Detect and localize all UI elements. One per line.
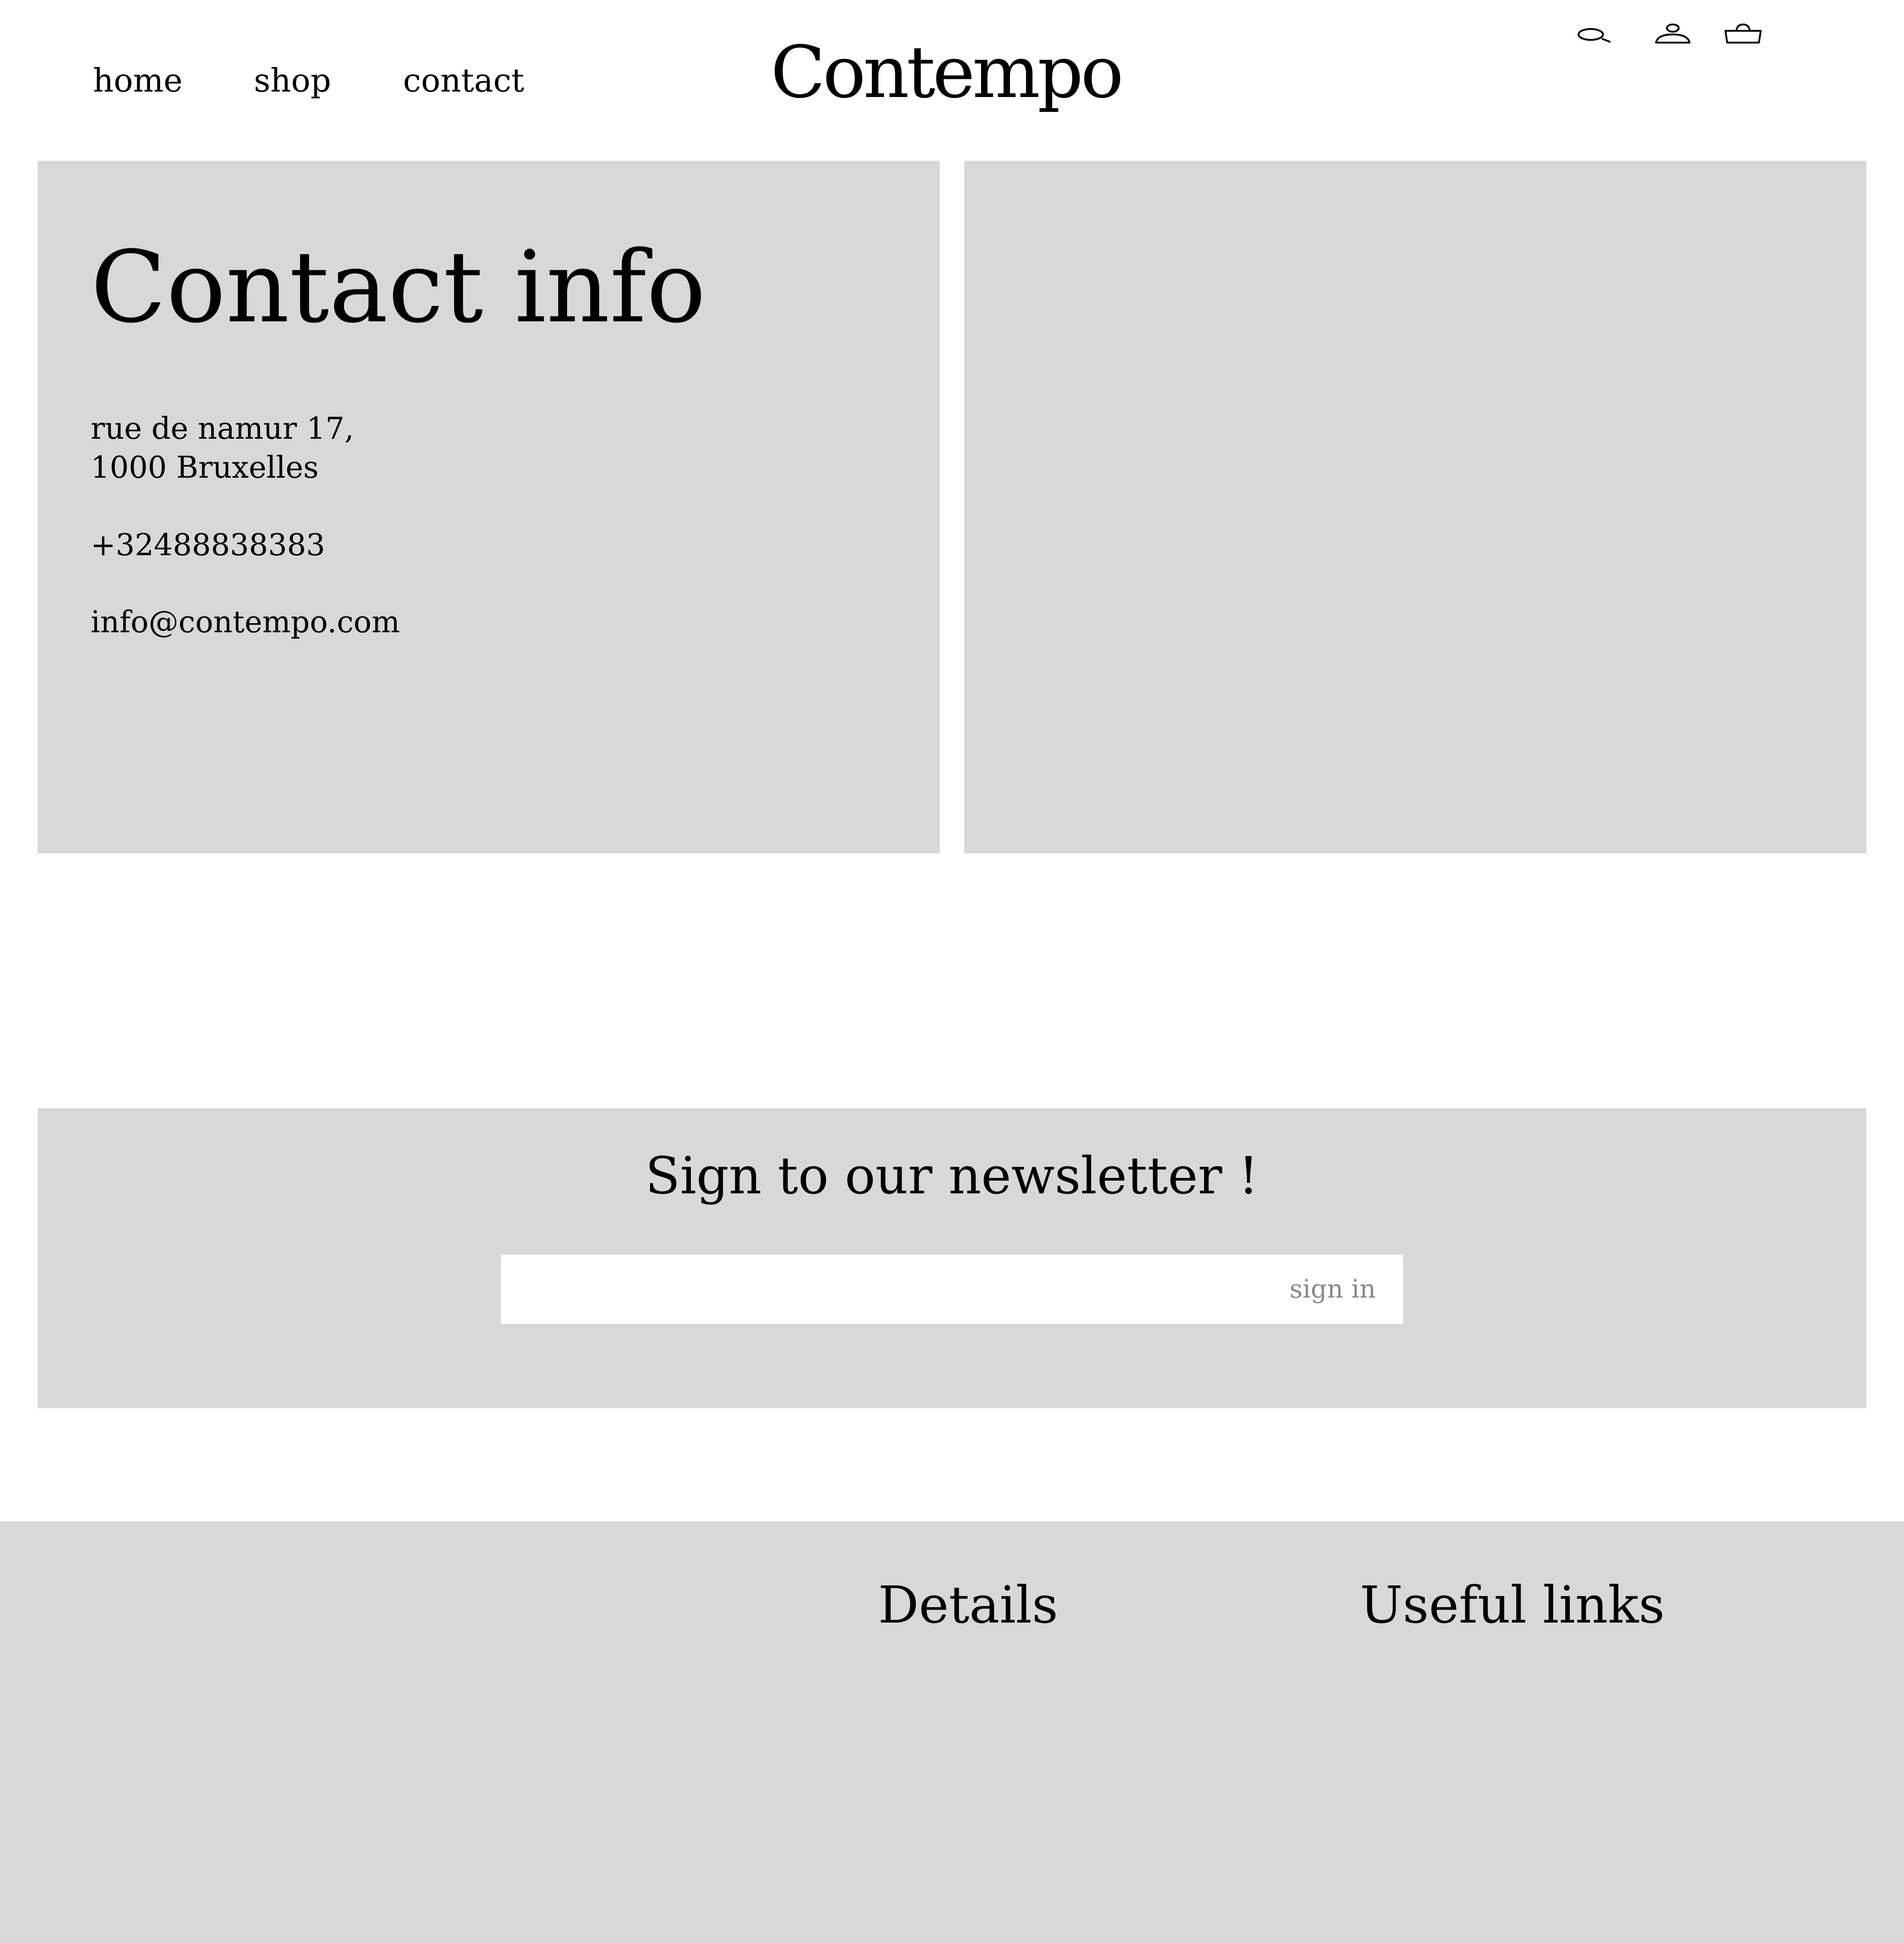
address-city: 1000 Bruxelles (91, 450, 319, 485)
site-logo[interactable]: Contempo (771, 32, 1124, 113)
footer-details-heading: Details (878, 1576, 1058, 1635)
email-address[interactable]: info@contempo.com (91, 603, 400, 642)
footer-useful-links-heading: Useful links (1360, 1576, 1665, 1635)
address-street: rue de namur 17, (91, 411, 354, 446)
cart-icon[interactable] (1723, 23, 1763, 45)
nav-link-shop[interactable]: shop (254, 63, 331, 99)
contact-title: Contact info (91, 230, 706, 345)
newsletter-title: Sign to our newsletter ! (645, 1147, 1259, 1206)
phone-number[interactable]: +32488838383 (91, 526, 325, 565)
contact-info-panel: Contact info rue de namur 17, 1000 Bruxe… (38, 161, 940, 853)
nav-link-contact[interactable]: contact (403, 63, 524, 99)
site-footer: Details Useful links (0, 1521, 1904, 1943)
image-placeholder (964, 161, 1866, 853)
newsletter-email-input[interactable] (501, 1255, 1290, 1324)
newsletter-form: sign in (501, 1255, 1403, 1324)
account-icon[interactable] (1652, 23, 1693, 45)
nav-link-home[interactable]: home (93, 63, 183, 99)
search-icon[interactable] (1575, 23, 1616, 45)
newsletter-section: Sign to our newsletter ! sign in (38, 1108, 1866, 1408)
newsletter-sign-in-button[interactable]: sign in (1290, 1255, 1376, 1324)
